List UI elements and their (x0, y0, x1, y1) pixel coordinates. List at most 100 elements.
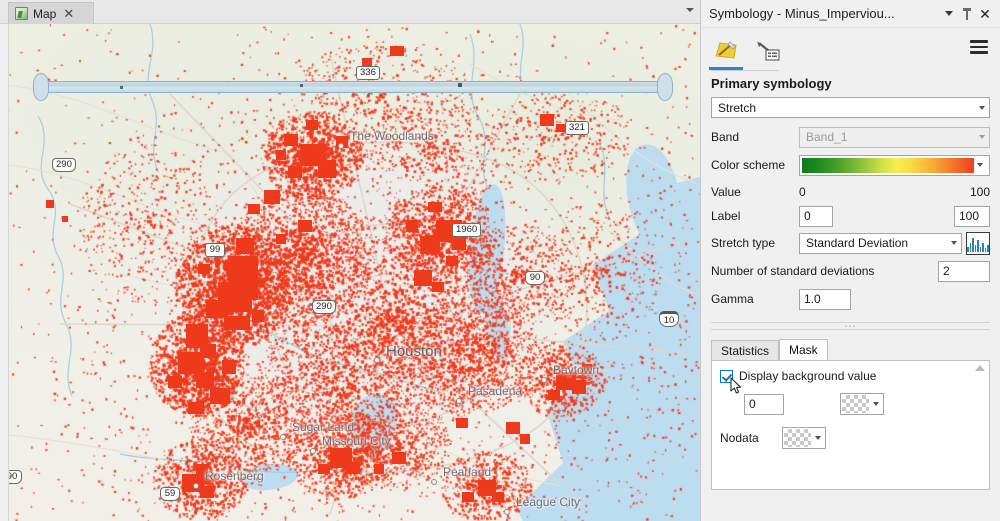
selection-vertex[interactable] (300, 84, 303, 87)
map-tab[interactable]: Map ✕ (8, 2, 94, 24)
panel-title: Symbology - Minus_Imperviou... (709, 6, 895, 21)
map-scrollbar[interactable] (0, 24, 9, 521)
arcgis-pro-window: Map ✕ The Woodlands Houston Pasadena Bay… (0, 0, 1000, 521)
section-title: Primary symbology (711, 76, 832, 91)
panel-close-button[interactable]: ✕ (976, 4, 994, 24)
display-background-value-label: Display background value (739, 369, 877, 383)
selection-bar-graphic[interactable] (40, 81, 660, 93)
chevron-down-icon (945, 11, 953, 16)
band-row: Band Band_1 (701, 124, 1000, 150)
background-value-row: 0 (720, 393, 983, 415)
city-marker-dot (280, 434, 286, 440)
gamma-label: Gamma (711, 292, 754, 306)
close-icon: ✕ (979, 5, 991, 22)
panel-menu-button[interactable] (940, 4, 958, 24)
mask-tab-content: Display background value 0 Nodata (711, 360, 990, 490)
chevron-down-icon[interactable] (686, 8, 694, 12)
highway-shield: 336 (356, 66, 380, 80)
city-marker-dot (456, 398, 462, 404)
std-dev-input[interactable]: 2 (938, 260, 990, 282)
panel-titlebar: Symbology - Minus_Imperviou... ✕ (701, 0, 1000, 28)
label-row: Label 0 100 (701, 204, 1000, 228)
histogram-icon[interactable] (966, 231, 990, 255)
display-background-value-checkbox[interactable] (720, 369, 733, 383)
nodata-label: Nodata (720, 431, 759, 445)
color-scheme-row: Color scheme (701, 152, 1000, 178)
label-max-input[interactable]: 100 (954, 205, 990, 227)
map-tab-label: Map (33, 6, 57, 21)
tab-statistics-label: Statistics (721, 343, 770, 358)
map-canvas[interactable]: The Woodlands Houston Pasadena Baytown Sugar… (0, 24, 700, 521)
symbology-brush-icon (715, 41, 737, 59)
city-marker-dot (338, 143, 344, 149)
gamma-row: Gamma 1.0 (701, 286, 1000, 312)
color-scheme-label: Color scheme (711, 158, 786, 172)
color-ramp-swatch (802, 157, 974, 173)
highway-shield: 99 (205, 243, 225, 257)
highway-shield: 321 (565, 121, 589, 135)
background-value-input[interactable]: 0 (744, 393, 784, 415)
city-marker-dot (193, 483, 199, 489)
selection-bar-handle-right[interactable] (657, 73, 673, 101)
highway-shield: 10 (659, 311, 679, 327)
chevron-down-icon (979, 105, 985, 110)
highway-shield: 59 (160, 487, 180, 501)
std-dev-row: Number of standard deviations 2 (701, 258, 1000, 284)
tab-mask[interactable]: Mask (779, 339, 828, 360)
chevron-down-icon (872, 402, 879, 406)
label-label: Label (711, 209, 741, 223)
toolbar-underline (711, 70, 779, 71)
close-icon[interactable]: ✕ (63, 7, 74, 20)
panel-pin-button[interactable] (958, 4, 976, 24)
primary-symbology-select[interactable]: Stretch (711, 97, 990, 118)
label-min-input[interactable]: 0 (799, 205, 833, 227)
stretch-type-select[interactable]: Standard Deviation (799, 232, 962, 254)
hamburger-menu-icon[interactable] (970, 40, 988, 57)
panel-splitter[interactable] (711, 322, 990, 330)
panel-toolbar (701, 28, 1000, 72)
city-marker-dot (431, 479, 437, 485)
band-select[interactable]: Band_1 (799, 126, 990, 148)
value-row: Value 0 100 (701, 180, 1000, 204)
std-dev-label: Number of standard deviations (711, 264, 875, 278)
value-label: Value (711, 185, 741, 199)
panel-body: Primary symbology Stretch Band Band_1 Co… (701, 72, 1000, 521)
tab-vary-symbology[interactable] (753, 34, 785, 68)
primary-symbology-value: Stretch (718, 100, 757, 115)
value-max: 100 (969, 185, 990, 199)
chevron-down-icon (814, 436, 821, 440)
color-scheme-select[interactable] (799, 154, 990, 176)
tab-statistics[interactable]: Statistics (711, 340, 780, 360)
chevron-down-icon (951, 241, 957, 245)
map-layer-icon (15, 7, 28, 20)
band-value: Band_1 (806, 130, 848, 144)
pin-icon (962, 7, 972, 20)
transparent-checker-swatch (784, 429, 811, 447)
scroll-up-arrow-icon[interactable] (975, 365, 985, 371)
city-marker-dot (541, 377, 547, 383)
vary-symbology-icon (757, 41, 780, 61)
selection-vertex[interactable] (120, 86, 123, 89)
city-marker-dot (504, 509, 510, 515)
gamma-input[interactable]: 1.0 (799, 288, 851, 310)
lower-tabs: Statistics Mask (701, 338, 1000, 360)
stretch-type-row: Stretch type Standard Deviation (701, 230, 1000, 256)
tab-mask-label: Mask (789, 343, 818, 357)
highway-shield: 290 (52, 158, 76, 172)
nodata-color-swatch-button[interactable] (782, 427, 826, 449)
selection-vertex[interactable] (458, 83, 462, 87)
nodata-row: Nodata (720, 427, 983, 449)
chevron-down-icon (977, 163, 983, 167)
symbology-panel: Symbology - Minus_Imperviou... ✕ Primary… (700, 0, 1000, 521)
highway-shield: 1960 (452, 223, 482, 237)
background-color-swatch-button[interactable] (840, 393, 884, 415)
city-marker-dot (374, 357, 380, 363)
selection-bar-handle-left[interactable] (33, 73, 49, 101)
map-tabstrip: Map ✕ (0, 0, 700, 24)
band-label: Band (711, 130, 740, 144)
tab-primary-symbology[interactable] (709, 34, 743, 70)
stretch-type-label: Stretch type (711, 236, 776, 250)
chevron-down-icon (979, 135, 985, 139)
highway-shield: 90 (525, 271, 545, 285)
display-background-value-row: Display background value (720, 369, 983, 383)
